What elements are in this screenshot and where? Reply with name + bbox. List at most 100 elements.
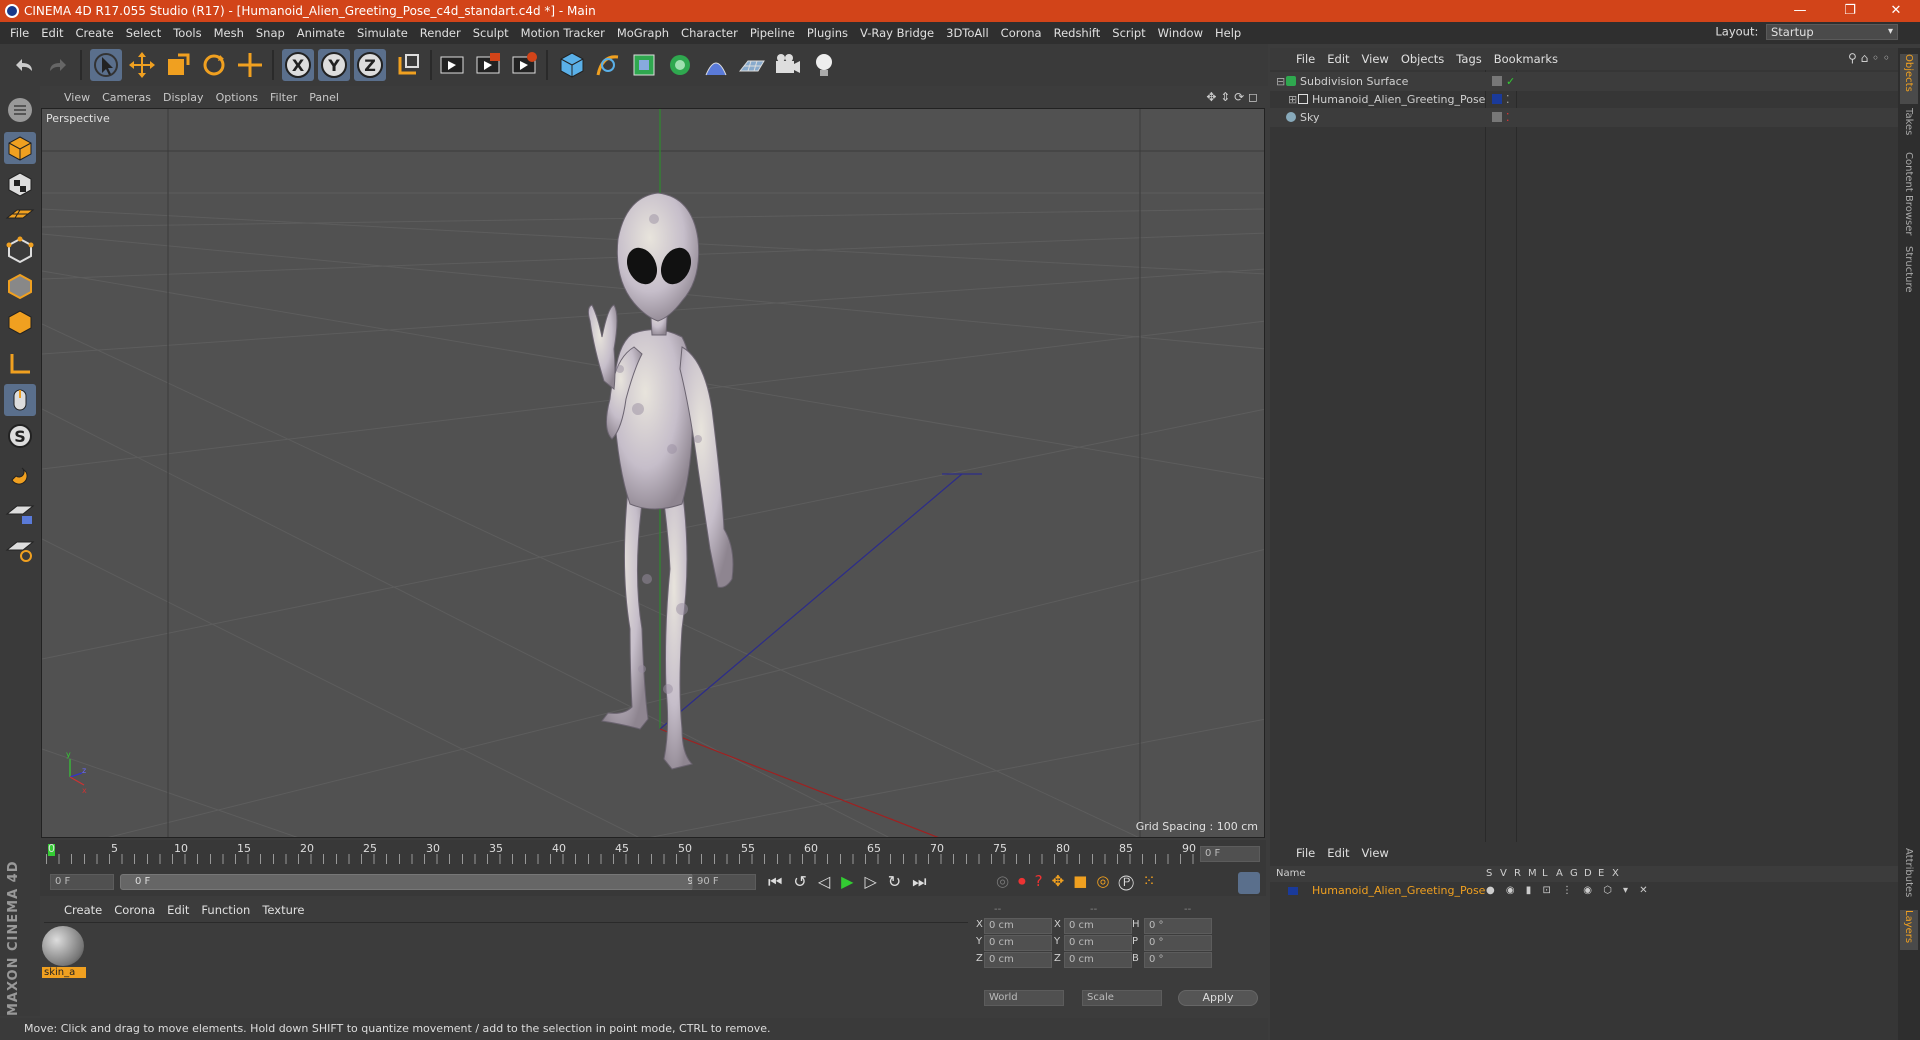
viewport-menu-cameras[interactable]: Cameras — [96, 88, 157, 108]
key-pla-icon[interactable]: ⁙ — [1143, 872, 1165, 890]
snapping-icon[interactable] — [4, 460, 36, 492]
workplane-mode-icon[interactable] — [4, 198, 36, 230]
layer-col-x[interactable]: X — [1612, 866, 1626, 882]
layout-selector[interactable]: Layout: Startup — [1715, 24, 1898, 40]
viewport-navigation-icons[interactable]: ✥ ⇕ ⟳ ◻ — [1206, 90, 1258, 104]
undo-icon[interactable] — [8, 49, 40, 81]
move-tool-icon[interactable] — [126, 49, 158, 81]
menu-plugins[interactable]: Plugins — [801, 22, 854, 44]
motion-path-icon[interactable]: ◎ — [996, 872, 1018, 890]
key-scale-icon[interactable]: ■ — [1073, 872, 1096, 890]
menu-file[interactable]: File — [4, 22, 35, 44]
coordinate-field[interactable]: 0 cm — [984, 935, 1052, 951]
axis-mode-icon[interactable] — [4, 348, 36, 380]
layer-col-m[interactable]: M — [1528, 866, 1542, 882]
enabled-check-icon[interactable]: ✓ — [1506, 72, 1515, 91]
tweak-mode-icon[interactable] — [4, 384, 36, 416]
render-settings-icon[interactable] — [508, 49, 540, 81]
objects-menu-edit[interactable]: Edit — [1321, 48, 1355, 70]
object-row-humanoid[interactable]: ⊞ Humanoid_Alien_Greeting_Pose ⁚ — [1270, 90, 1898, 109]
timeline-ruler[interactable]: 0 5 10 15 20 25 30 35 40 45 50 55 60 65 70 75 80 85 90 0 F — [40, 840, 1266, 870]
menu-render[interactable]: Render — [414, 22, 467, 44]
points-mode-icon[interactable] — [4, 234, 36, 266]
menu-motion-tracker[interactable]: Motion Tracker — [515, 22, 611, 44]
object-row-subdivision[interactable]: ⊟ Subdivision Surface ✓ — [1270, 72, 1898, 91]
layers-menu-view[interactable]: View — [1356, 842, 1395, 864]
material-menu-corona[interactable]: Corona — [108, 900, 161, 920]
layer-row[interactable]: Humanoid_Alien_Greeting_Pose ● ◉ ▮ ⊡ ⋮ ◉… — [1270, 882, 1898, 900]
subdivision-surface-icon[interactable] — [628, 49, 660, 81]
layer-col-g[interactable]: G — [1570, 866, 1584, 882]
key-rotate-icon[interactable]: ◎ — [1096, 872, 1118, 890]
autokey-icon[interactable]: ? — [1035, 872, 1052, 890]
timeline-window-icon[interactable] — [1238, 872, 1260, 894]
scale-tool-icon[interactable] — [162, 49, 194, 81]
start-frame-field[interactable]: 0 F — [50, 874, 114, 890]
deformer-icon[interactable] — [700, 49, 732, 81]
goto-end-icon[interactable]: ⏭ — [912, 872, 937, 891]
texture-mode-icon[interactable] — [4, 168, 36, 200]
layer-col-v[interactable]: V — [1500, 866, 1514, 882]
light-icon[interactable] — [808, 49, 840, 81]
z-axis-icon[interactable]: Z — [354, 49, 386, 81]
menu-window[interactable]: Window — [1152, 22, 1209, 44]
menu-help[interactable]: Help — [1209, 22, 1247, 44]
sky-editor-toggle-icon[interactable] — [1492, 112, 1502, 122]
solo-mode-icon[interactable]: S — [4, 420, 36, 452]
tab-layers[interactable]: Layers — [1900, 910, 1918, 950]
tab-takes[interactable]: Takes — [1900, 108, 1918, 148]
redo-icon[interactable] — [42, 49, 74, 81]
material-menu-edit[interactable]: Edit — [161, 900, 195, 920]
menu-corona[interactable]: Corona — [995, 22, 1048, 44]
model-mode-icon[interactable] — [4, 132, 36, 164]
coordinate-field[interactable]: 0 cm — [1064, 952, 1132, 968]
objects-menu-file[interactable]: File — [1290, 48, 1321, 70]
viewport-menu-options[interactable]: Options — [210, 88, 264, 108]
tab-attributes[interactable]: Attributes — [1900, 848, 1918, 908]
y-axis-icon[interactable]: Y — [318, 49, 350, 81]
material-menu-create[interactable]: Create — [58, 900, 108, 920]
render-view-icon[interactable] — [436, 49, 468, 81]
perspective-viewport[interactable]: y z x Perspective Grid Spacing : 100 cm — [41, 108, 1265, 838]
coordinate-system-icon[interactable] — [392, 49, 424, 81]
next-key-icon[interactable]: ↻ — [888, 872, 912, 891]
objects-menu-tags[interactable]: Tags — [1450, 48, 1487, 70]
material-swatch[interactable]: skin_a — [42, 926, 86, 980]
menu-script[interactable]: Script — [1106, 22, 1151, 44]
objects-menu-objects[interactable]: Objects — [1395, 48, 1450, 70]
restore-button[interactable]: ❐ — [1830, 0, 1870, 22]
end-frame-field[interactable]: 90 F — [692, 874, 756, 890]
goto-start-icon[interactable]: ⏮ — [768, 872, 793, 891]
coordinate-field[interactable]: 0 ° — [1144, 935, 1212, 951]
current-frame-field[interactable]: 0 F — [1200, 846, 1260, 862]
layout-dropdown[interactable]: Startup — [1766, 24, 1898, 40]
viewport-menu-display[interactable]: Display — [157, 88, 210, 108]
editor-toggle-icon[interactable] — [1492, 76, 1502, 86]
viewport-menu-view[interactable]: View — [58, 88, 96, 108]
tab-content-browser[interactable]: Content Browser — [1900, 152, 1918, 242]
layer-color-icon[interactable] — [1492, 94, 1502, 104]
coordinate-field[interactable]: 0 cm — [1064, 918, 1132, 934]
rotate-tool-icon[interactable] — [198, 49, 230, 81]
coordinate-mode-dropdown[interactable]: World — [984, 990, 1064, 1006]
x-axis-icon[interactable]: X — [282, 49, 314, 81]
coordinate-field[interactable]: 0 ° — [1144, 918, 1212, 934]
menu-snap[interactable]: Snap — [250, 22, 291, 44]
coordinate-field[interactable]: 0 cm — [984, 952, 1052, 968]
menu-3dtoall[interactable]: 3DToAll — [940, 22, 995, 44]
tab-structure[interactable]: Structure — [1900, 246, 1918, 306]
menu-sculpt[interactable]: Sculpt — [467, 22, 515, 44]
close-button[interactable]: ✕ — [1876, 0, 1916, 22]
menu-mograph[interactable]: MoGraph — [611, 22, 675, 44]
floor-icon[interactable] — [736, 49, 768, 81]
menu-pipeline[interactable]: Pipeline — [744, 22, 801, 44]
make-editable-icon[interactable] — [4, 94, 36, 126]
object-row-sky[interactable]: Sky ⁚ — [1270, 108, 1898, 127]
prev-frame-icon[interactable]: ◁ — [818, 872, 841, 891]
menu-create[interactable]: Create — [70, 22, 120, 44]
layer-toggles[interactable]: ● ◉ ▮ ⊡ ⋮ ◉ ⬡ ▾ ✕ — [1486, 882, 1652, 900]
minimize-button[interactable]: — — [1780, 0, 1820, 22]
layer-color-swatch[interactable] — [1288, 887, 1298, 895]
scale-mode-dropdown[interactable]: Scale — [1082, 990, 1162, 1006]
next-frame-icon[interactable]: ▷ — [864, 872, 887, 891]
